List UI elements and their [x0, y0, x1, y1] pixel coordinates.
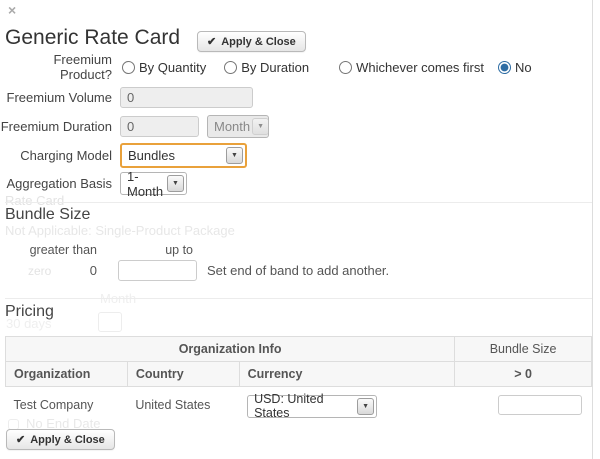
radio-by-quantity[interactable]: By Quantity — [122, 60, 206, 75]
band-row: zero 0 Set end of band to add another. — [0, 260, 389, 281]
rate-card-panel: × Generic Rate Card ✔ Apply & Close Free… — [0, 0, 593, 459]
duration-unit-select: Month ▼ — [207, 115, 269, 138]
organization-column-header: Organization — [6, 362, 128, 387]
charging-model-value: Bundles — [128, 148, 175, 163]
freemium-volume-input — [120, 87, 253, 108]
country-cell: United States — [127, 387, 239, 423]
charging-model-label: Charging Model — [0, 148, 112, 163]
duration-unit-value: Month — [214, 119, 250, 134]
pricing-table: Organization Info Bundle Size Organizati… — [5, 336, 592, 423]
section-divider — [5, 298, 592, 299]
currency-cell: USD: United States ▼ — [239, 387, 455, 423]
charging-model-row: Charging Model Bundles ▼ — [0, 143, 247, 168]
aggregation-basis-label: Aggregation Basis — [0, 176, 112, 191]
close-icon[interactable]: × — [8, 2, 16, 18]
radio-by-duration-input[interactable] — [224, 61, 237, 74]
apply-close-button-bottom[interactable]: ✔ Apply & Close — [6, 429, 115, 450]
bundle-size-cell — [455, 387, 592, 423]
band-column-header: > 0 — [455, 362, 592, 387]
country-column-header: Country — [127, 362, 239, 387]
ghost-not-applicable-text: Not Applicable: Single-Product Package — [5, 223, 235, 238]
chevron-down-icon: ▼ — [252, 118, 269, 135]
freemium-duration-label: Freemium Duration — [0, 119, 112, 134]
bundle-size-heading: Bundle Size — [5, 206, 90, 224]
band-up-to-input[interactable] — [118, 260, 197, 281]
chevron-down-icon[interactable]: ▼ — [167, 175, 184, 192]
radio-whichever-first-input[interactable] — [339, 61, 352, 74]
check-icon: ✔ — [207, 35, 216, 48]
column-header-row: Organization Country Currency > 0 — [6, 362, 592, 387]
radio-no[interactable]: No — [498, 60, 532, 75]
ghost-zero-text: zero — [28, 264, 51, 278]
charging-model-select[interactable]: Bundles ▼ — [120, 143, 247, 168]
radio-no-label: No — [515, 60, 532, 75]
pricing-heading: Pricing — [5, 303, 54, 321]
radio-whichever-first[interactable]: Whichever comes first — [339, 60, 484, 75]
radio-by-quantity-input[interactable] — [122, 61, 135, 74]
radio-by-quantity-label: By Quantity — [139, 60, 206, 75]
freemium-volume-row: Freemium Volume — [0, 87, 253, 108]
freemium-product-row: Freemium Product? By Quantity By Duratio… — [0, 58, 532, 76]
organization-info-group-header: Organization Info — [6, 337, 455, 362]
band-column-headers: greater than up to — [0, 243, 197, 257]
currency-select[interactable]: USD: United States ▼ — [247, 395, 377, 418]
greater-than-header: greater than — [0, 243, 97, 257]
ghost-select-box — [98, 312, 122, 332]
radio-whichever-first-label: Whichever comes first — [356, 60, 484, 75]
page-title: Generic Rate Card — [5, 26, 180, 50]
freemium-volume-label: Freemium Volume — [0, 90, 112, 105]
band-hint-text: Set end of band to add another. — [207, 263, 389, 278]
up-to-header: up to — [118, 243, 197, 257]
aggregation-basis-select[interactable]: 1-Month ▼ — [120, 172, 187, 195]
aggregation-basis-value: 1-Month — [127, 169, 165, 199]
check-icon: ✔ — [16, 433, 25, 446]
radio-by-duration-label: By Duration — [241, 60, 309, 75]
chevron-down-icon[interactable]: ▼ — [357, 398, 374, 415]
bundle-size-price-input[interactable] — [498, 395, 582, 415]
bundle-size-group-header: Bundle Size — [455, 337, 592, 362]
radio-no-input[interactable] — [498, 61, 511, 74]
section-divider — [5, 202, 592, 203]
apply-close-label: Apply & Close — [221, 36, 296, 48]
apply-close-label: Apply & Close — [30, 434, 105, 446]
apply-close-button-top[interactable]: ✔ Apply & Close — [197, 31, 306, 52]
freemium-product-label: Freemium Product? — [0, 52, 112, 82]
currency-column-header: Currency — [239, 362, 455, 387]
freemium-duration-row: Freemium Duration Month ▼ — [0, 115, 269, 138]
chevron-down-icon[interactable]: ▼ — [226, 147, 243, 164]
currency-value: USD: United States — [254, 392, 355, 420]
group-header-row: Organization Info Bundle Size — [6, 337, 592, 362]
radio-by-duration[interactable]: By Duration — [224, 60, 309, 75]
freemium-duration-input — [120, 116, 199, 137]
aggregation-basis-row: Aggregation Basis 1-Month ▼ — [0, 172, 187, 195]
